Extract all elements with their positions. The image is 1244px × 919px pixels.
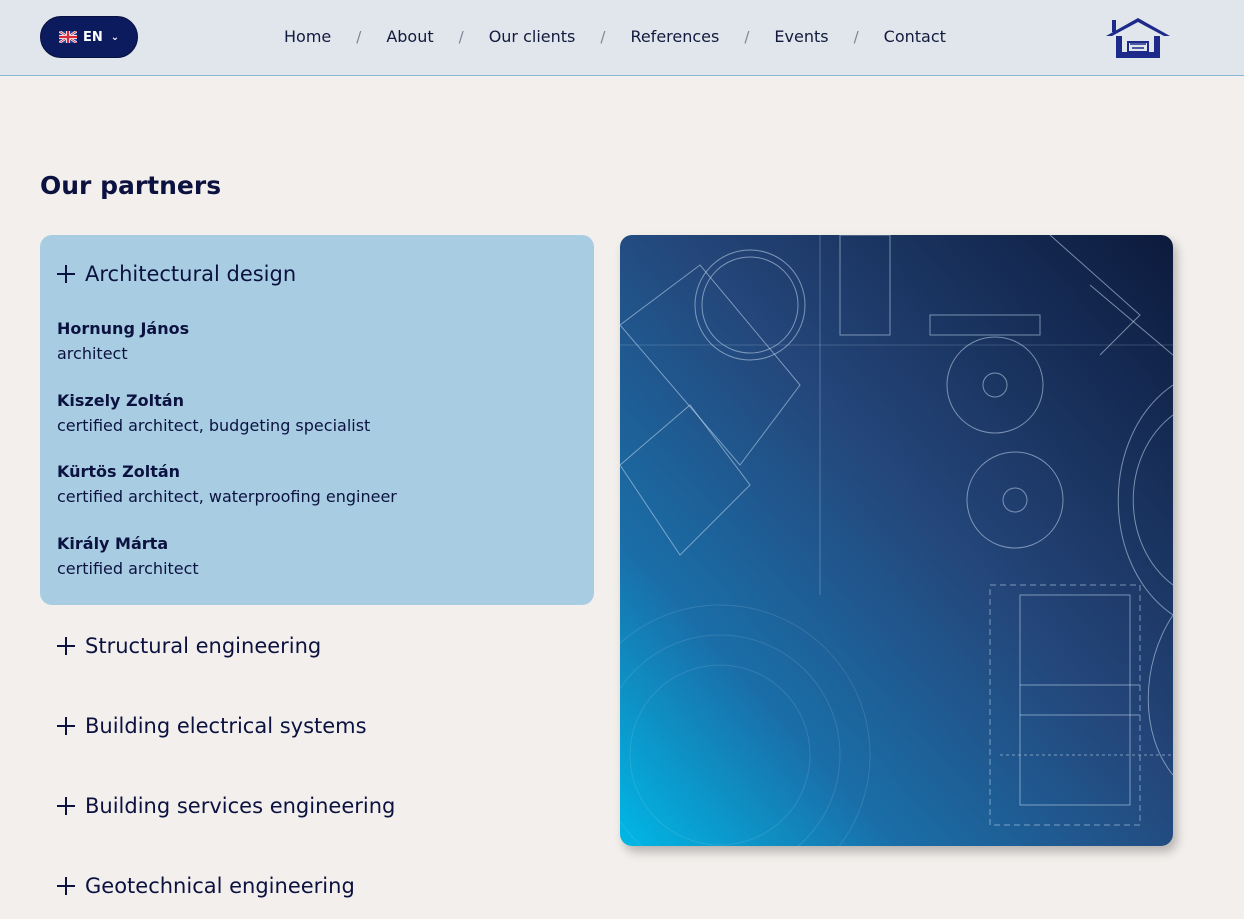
accordion-header-building-services-engineering[interactable]: Building services engineering [57,794,395,818]
plus-icon [57,717,75,735]
accordion-header-architectural-design[interactable]: Architectural design [57,262,296,286]
partner-entry: Kürtös Zoltán certified architect, water… [57,459,397,509]
plus-icon [57,637,75,655]
partner-entry: Hornung János architect [57,316,189,366]
nav-events[interactable]: Events [774,27,828,46]
language-code: EN [83,29,103,45]
accordion-title: Structural engineering [85,634,322,658]
nav-about[interactable]: About [386,27,433,46]
plus-icon [57,265,75,283]
accordion-title: Geotechnical engineering [85,874,355,898]
nav-separator: / [600,27,606,46]
accordion-header-geotechnical-engineering[interactable]: Geotechnical engineering [57,874,355,898]
partner-role: certified architect [57,559,199,578]
nav-separator: / [356,27,362,46]
main-nav: Home / About / Our clients / References … [284,27,946,46]
partner-name: Kiszely Zoltán [57,391,184,410]
nav-home[interactable]: Home [284,27,331,46]
nav-separator: / [744,27,750,46]
partner-name: Hornung János [57,319,190,338]
uk-flag-icon [59,31,77,43]
partner-role: certified architect, budgeting specialis… [57,416,371,435]
language-selector[interactable]: EN ⌄ [40,16,138,58]
accordion-title: Architectural design [85,262,297,286]
partner-entry: Kiszely Zoltán certified architect, budg… [57,388,370,438]
house-logo-icon[interactable] [1104,12,1172,62]
plus-icon [57,797,75,815]
partner-name: Király Márta [57,534,169,553]
chevron-down-icon: ⌄ [110,31,120,43]
accordion-header-building-electrical-systems[interactable]: Building electrical systems [57,714,367,738]
page-title: Our partners [40,171,222,200]
site-header: EN ⌄ Home / About / Our clients / Refere… [0,0,1244,76]
accordion-title: Building electrical systems [85,714,367,738]
nav-contact[interactable]: Contact [884,27,946,46]
partner-role: architect [57,344,128,363]
nav-separator: / [458,27,464,46]
nav-our-clients[interactable]: Our clients [489,27,576,46]
accordion-header-structural-engineering[interactable]: Structural engineering [57,634,321,658]
nav-references[interactable]: References [630,27,719,46]
partner-name: Kürtös Zoltán [57,462,181,481]
nav-separator: / [853,27,859,46]
partner-role: certified architect, waterproofing engin… [57,487,397,506]
plus-icon [57,877,75,895]
partner-entry: Király Márta certified architect [57,531,199,581]
blueprint-illustration [620,235,1173,846]
blueprint-image [620,235,1173,846]
accordion-title: Building services engineering [85,794,396,818]
